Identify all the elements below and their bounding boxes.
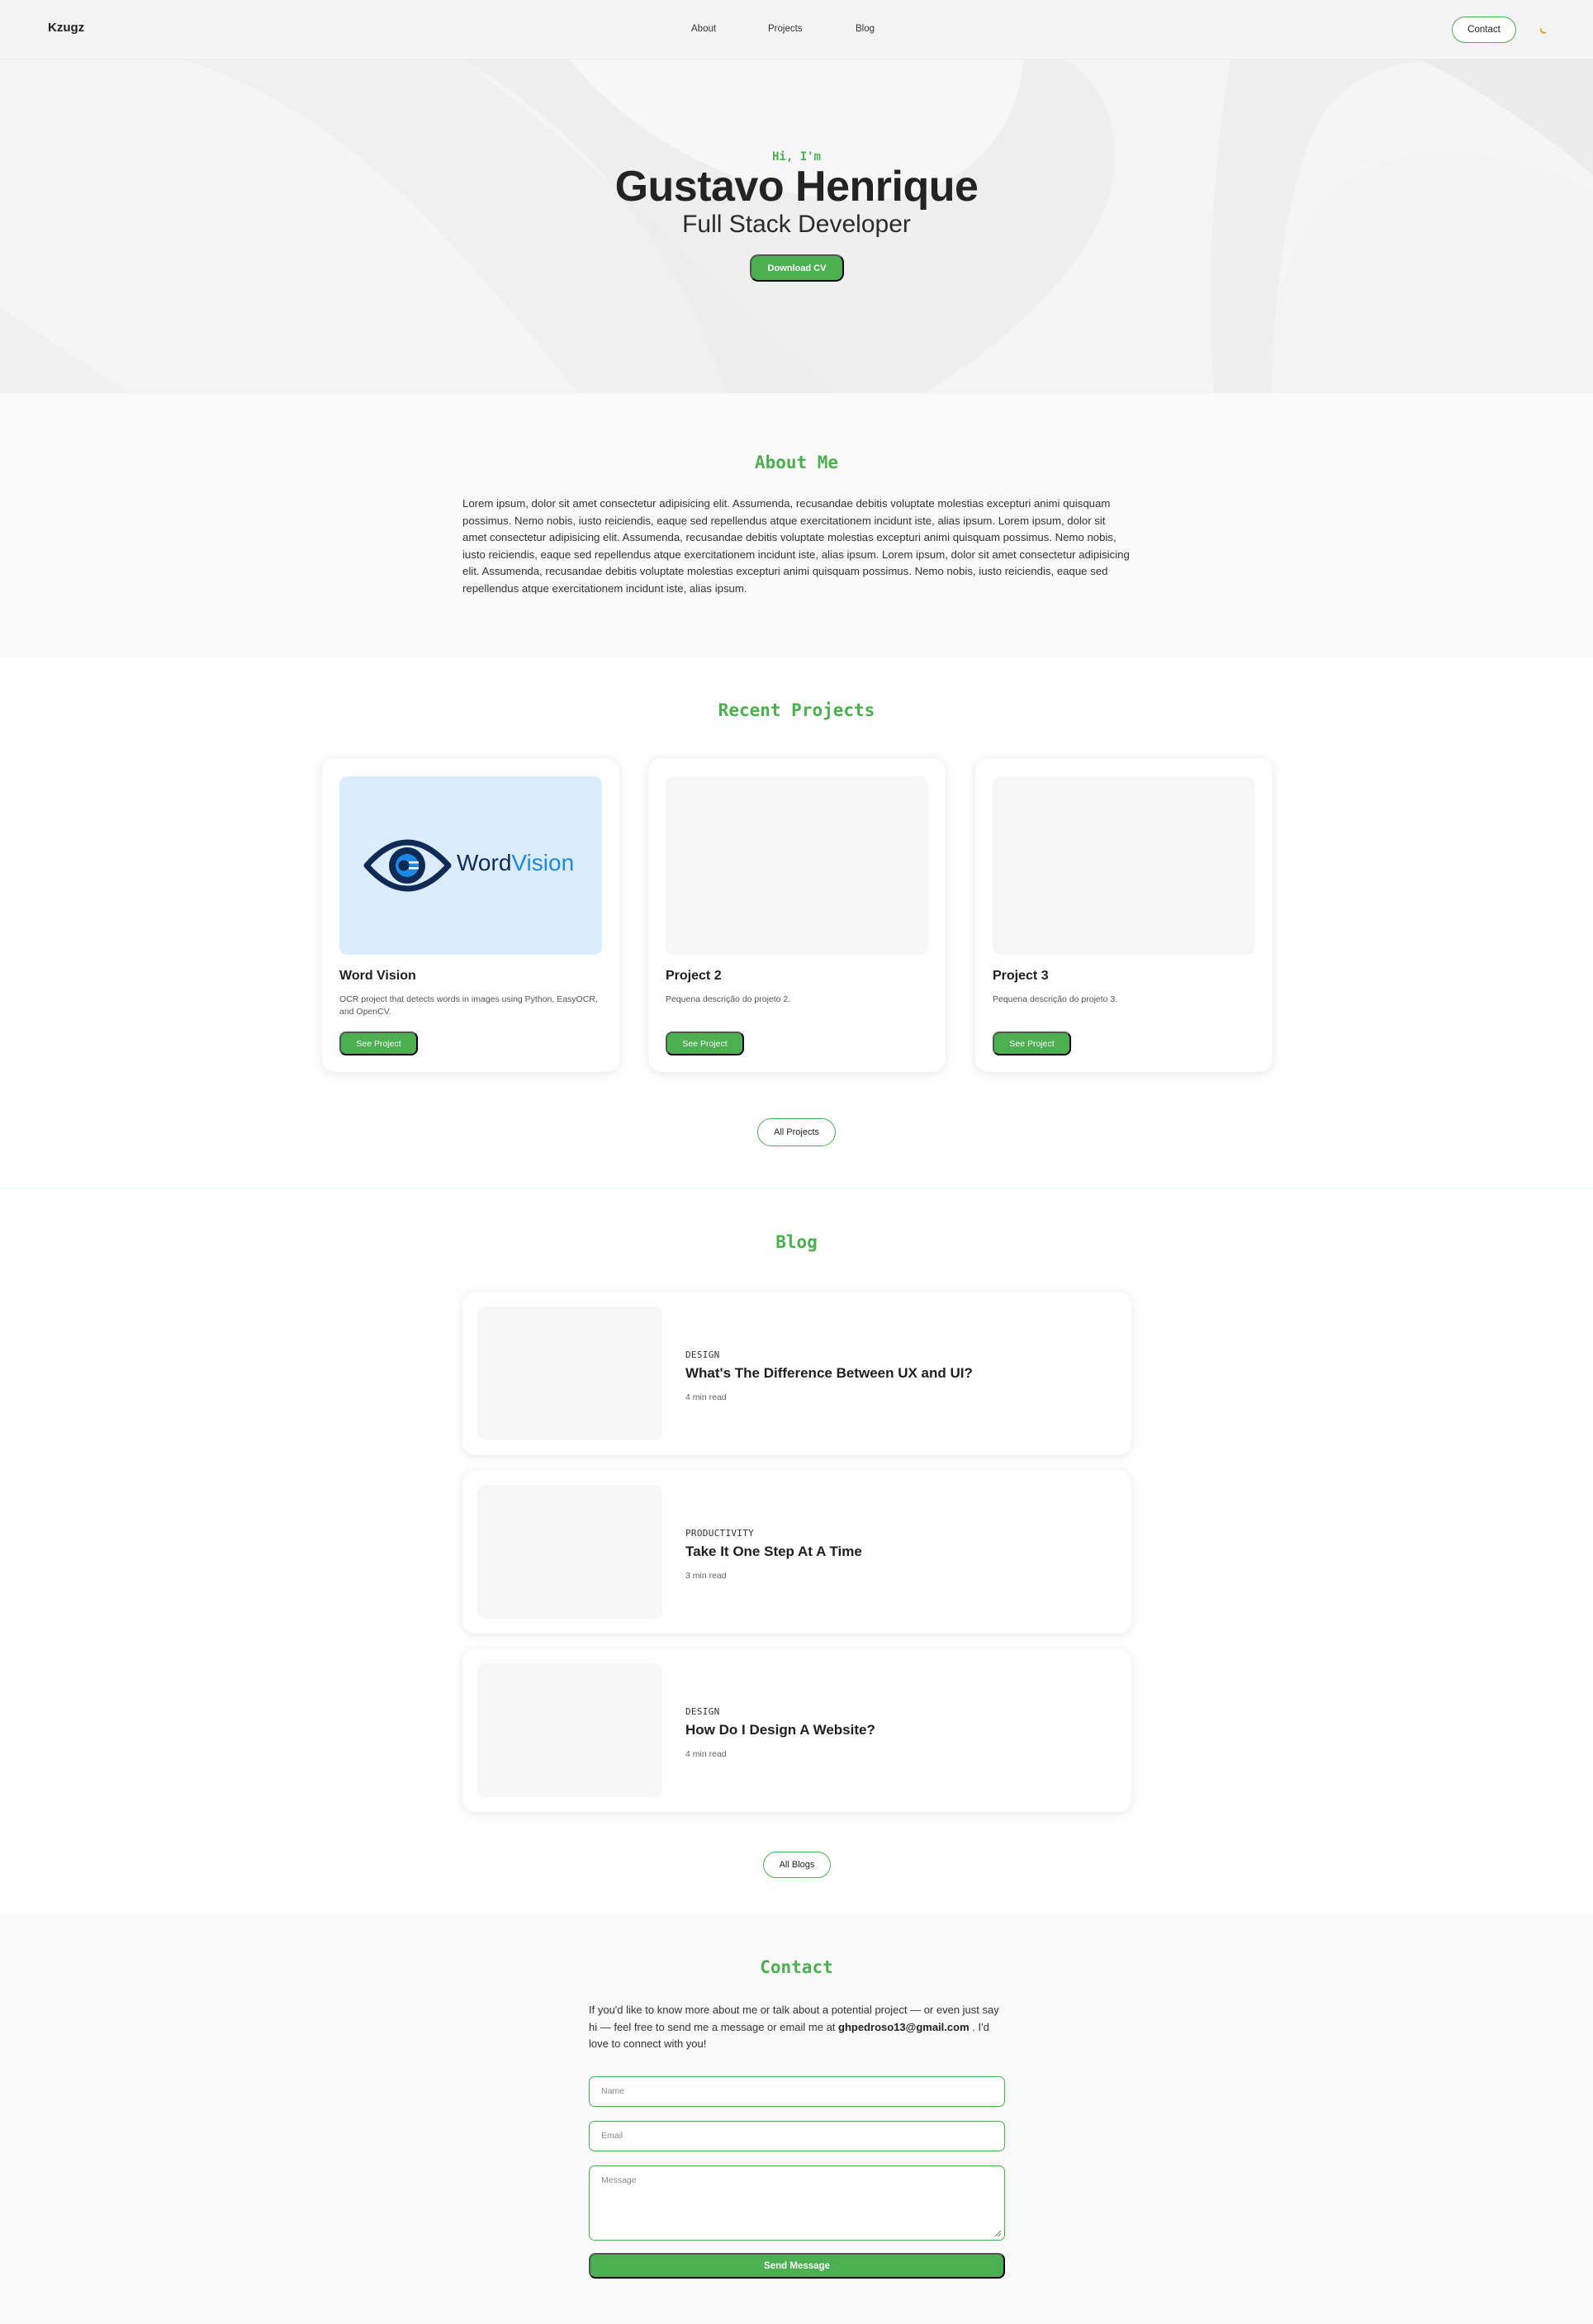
projects-section: Recent Projects WordVision Word Vision O… — [0, 657, 1593, 1189]
about-section: About Me Lorem ipsum, dolor sit amet con… — [0, 393, 1593, 657]
project-card-word-vision: WordVision Word Vision OCR project that … — [322, 758, 619, 1072]
resize-handle-icon[interactable] — [994, 2230, 1002, 2237]
blog-title: Blog — [775, 1232, 818, 1252]
nav-link-blog[interactable]: Blog — [856, 24, 875, 34]
send-message-button[interactable]: Send Message — [589, 2253, 1005, 2279]
project-description: OCR project that detects words in images… — [339, 994, 598, 1017]
hero-section: Hi, I'm Gustavo Henrique Full Stack Deve… — [0, 59, 1593, 393]
brand-logo[interactable]: Kzugz — [48, 21, 84, 35]
about-title: About Me — [754, 453, 839, 472]
blog-post-read-time: 3 min read — [685, 1571, 727, 1581]
blog-post-card[interactable]: DESIGN What's The Difference Between UX … — [462, 1292, 1131, 1455]
all-projects-button[interactable]: All Projects — [757, 1118, 836, 1146]
see-project-button[interactable]: See Project — [339, 1032, 418, 1055]
name-input[interactable]: Name — [589, 2076, 1005, 2107]
contact-section: Contact If you'd like to know more about… — [0, 1914, 1593, 2324]
message-textarea[interactable]: Message — [589, 2165, 1005, 2241]
blog-post-card[interactable]: PRODUCTIVITY Take It One Step At A Time … — [462, 1470, 1131, 1634]
blog-post-read-time: 4 min read — [685, 1749, 727, 1759]
project-description: Pequena descrição do projeto 2. — [666, 994, 791, 1004]
nav-link-projects[interactable]: Projects — [768, 24, 803, 34]
contact-intro-text: If you'd like to know more about me or t… — [589, 2004, 999, 2050]
project-thumbnail — [666, 776, 928, 955]
hero-name: Gustavo Henrique — [614, 163, 979, 211]
blog-post-category: DESIGN — [685, 1706, 720, 1717]
top-nav: Kzugz About Projects Blog Contact — [0, 0, 1593, 59]
blog-post-thumbnail — [477, 1307, 662, 1440]
blog-post-thumbnail — [477, 1663, 662, 1797]
project-card-2: Project 2 Pequena descrição do projeto 2… — [648, 758, 946, 1072]
blog-post-card[interactable]: DESIGN How Do I Design A Website? 4 min … — [462, 1648, 1131, 1812]
projects-title: Recent Projects — [718, 700, 875, 720]
about-text: Lorem ipsum, dolor sit amet consectetur … — [462, 497, 1130, 595]
project-description: Pequena descrição do projeto 3. — [993, 994, 1118, 1004]
project-title: Project 3 — [993, 969, 1049, 983]
download-cv-button[interactable]: Download CV — [750, 254, 844, 282]
see-project-button[interactable]: See Project — [993, 1032, 1071, 1055]
word-vision-logo-text: WordVision — [457, 850, 575, 875]
project-card-3: Project 3 Pequena descrição do projeto 3… — [975, 758, 1273, 1072]
blog-post-title[interactable]: How Do I Design A Website? — [685, 1722, 875, 1738]
blog-section: Blog DESIGN What's The Difference Betwee… — [0, 1189, 1593, 1914]
nav-contact-button[interactable]: Contact — [1452, 17, 1516, 43]
word-vision-thumbnail: WordVision — [339, 776, 602, 955]
all-blogs-button[interactable]: All Blogs — [763, 1852, 831, 1878]
blog-post-category: PRODUCTIVITY — [685, 1528, 755, 1539]
blog-post-thumbnail — [477, 1485, 662, 1619]
moon-icon[interactable] — [1538, 24, 1550, 36]
blog-post-read-time: 4 min read — [685, 1392, 727, 1402]
nav-link-about[interactable]: About — [691, 24, 716, 34]
project-title: Project 2 — [666, 969, 722, 983]
contact-title: Contact — [760, 1957, 833, 1977]
hero-role: Full Stack Developer — [682, 211, 911, 238]
project-thumbnail — [993, 776, 1255, 955]
blog-post-category: DESIGN — [685, 1349, 720, 1360]
blog-post-title[interactable]: Take It One Step At A Time — [685, 1544, 862, 1560]
contact-email[interactable]: ghpedroso13@gmail.com — [838, 2021, 970, 2033]
see-project-button[interactable]: See Project — [666, 1032, 744, 1055]
blog-post-title[interactable]: What's The Difference Between UX and UI? — [685, 1365, 973, 1382]
email-input[interactable]: Email — [589, 2121, 1005, 2151]
project-title: Word Vision — [339, 969, 416, 983]
